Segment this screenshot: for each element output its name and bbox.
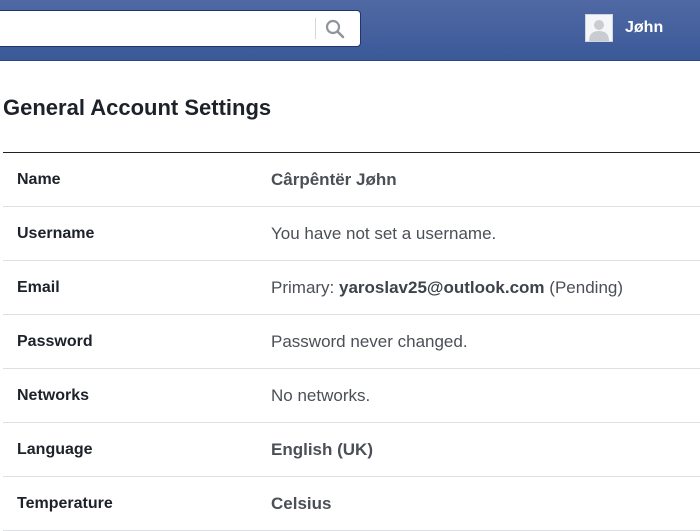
user-name[interactable]: Jøhn bbox=[625, 19, 663, 37]
top-navigation-bar: Jøhn bbox=[0, 0, 700, 61]
setting-label: Username bbox=[17, 225, 95, 242]
setting-label: Password bbox=[17, 333, 93, 350]
setting-value: Celsius bbox=[271, 494, 332, 513]
setting-label: Networks bbox=[17, 387, 90, 404]
search-icon[interactable] bbox=[325, 19, 345, 39]
setting-value: Primary: yaroslav25@outlook.com (Pending… bbox=[271, 261, 623, 314]
setting-label: Name bbox=[17, 171, 61, 188]
setting-row-language[interactable]: Language English (UK) bbox=[3, 423, 700, 477]
search-divider bbox=[315, 18, 316, 39]
email-prefix: Primary: bbox=[271, 278, 335, 297]
setting-value: Password never changed. bbox=[271, 332, 468, 351]
setting-row-networks[interactable]: Networks No networks. bbox=[3, 369, 700, 423]
setting-value: English (UK) bbox=[271, 440, 373, 459]
setting-value: You have not set a username. bbox=[271, 224, 497, 243]
user-profile-link[interactable]: Jøhn bbox=[585, 12, 663, 44]
setting-label: Language bbox=[17, 441, 93, 458]
email-address: yaroslav25@outlook.com bbox=[339, 278, 545, 297]
setting-label: Email bbox=[17, 279, 60, 296]
setting-value: No networks. bbox=[271, 386, 371, 405]
setting-row-temperature[interactable]: Temperature Celsius bbox=[3, 477, 700, 531]
default-avatar-icon bbox=[586, 15, 612, 41]
settings-table: Name Cârpêntër Jøhn Username You have no… bbox=[3, 152, 700, 531]
setting-row-username[interactable]: Username You have not set a username. bbox=[3, 207, 700, 261]
setting-value: Cârpêntër Jøhn bbox=[271, 170, 397, 189]
setting-row-email[interactable]: Email Primary: yaroslav25@outlook.com (P… bbox=[3, 261, 700, 315]
search-input[interactable] bbox=[5, 15, 309, 43]
avatar[interactable] bbox=[585, 14, 613, 42]
page-title: General Account Settings bbox=[3, 95, 272, 120]
setting-row-name[interactable]: Name Cârpêntër Jøhn bbox=[3, 153, 700, 207]
email-status: (Pending) bbox=[549, 278, 624, 297]
setting-row-password[interactable]: Password Password never changed. bbox=[3, 315, 700, 369]
setting-label: Temperature bbox=[17, 495, 113, 512]
search-box[interactable] bbox=[0, 10, 361, 47]
